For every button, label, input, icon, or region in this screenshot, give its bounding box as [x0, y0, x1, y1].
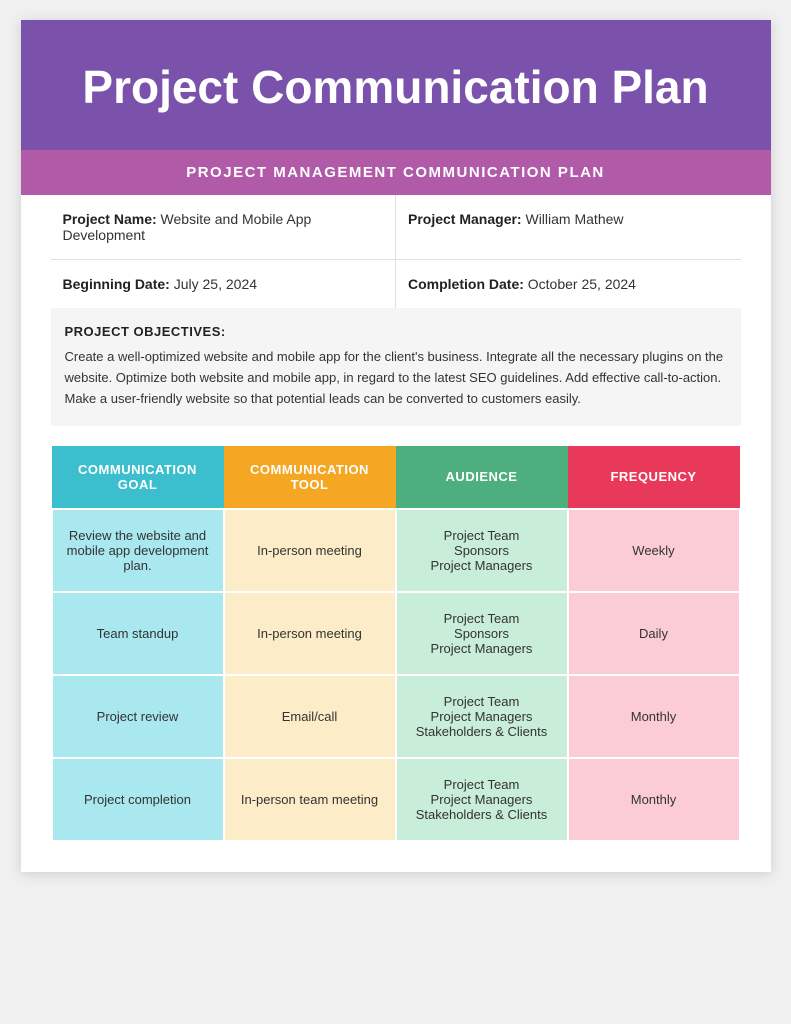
row-0-frequency: Weekly: [568, 509, 740, 592]
row-2-frequency: Monthly: [568, 675, 740, 758]
row-3-tool: In-person team meeting: [224, 758, 396, 841]
project-name-cell: Project Name: Website and Mobile App Dev…: [51, 195, 397, 259]
table-header-row: COMMUNICATION GOAL COMMUNICATION TOOL AU…: [52, 446, 740, 509]
th-goal: COMMUNICATION GOAL: [52, 446, 224, 509]
completion-date-cell: Completion Date: October 25, 2024: [396, 260, 741, 308]
sub-banner-title: PROJECT MANAGEMENT COMMUNICATION PLAN: [51, 164, 741, 181]
row-3-goal: Project completion: [52, 758, 224, 841]
project-manager-label: Project Manager:: [408, 211, 522, 227]
th-frequency: FREQUENCY: [568, 446, 740, 509]
info-row-1: Project Name: Website and Mobile App Dev…: [51, 195, 741, 260]
project-name-label: Project Name:: [63, 211, 157, 227]
objectives-text: Create a well-optimized website and mobi…: [65, 347, 727, 409]
sub-banner: PROJECT MANAGEMENT COMMUNICATION PLAN: [21, 150, 771, 195]
row-1-tool: In-person meeting: [224, 592, 396, 675]
table-row: Review the website and mobile app develo…: [52, 509, 740, 592]
begin-date-value: July 25, 2024: [174, 276, 257, 292]
row-2-goal: Project review: [52, 675, 224, 758]
project-manager-cell: Project Manager: William Mathew: [396, 195, 741, 259]
info-row-2: Beginning Date: July 25, 2024 Completion…: [51, 260, 741, 308]
completion-date-label: Completion Date:: [408, 276, 524, 292]
table-row: Project reviewEmail/callProject TeamProj…: [52, 675, 740, 758]
row-1-frequency: Daily: [568, 592, 740, 675]
completion-date-value: October 25, 2024: [528, 276, 636, 292]
objectives-heading: PROJECT OBJECTIVES:: [65, 324, 727, 339]
project-manager-value: William Mathew: [525, 211, 623, 227]
row-1-goal: Team standup: [52, 592, 224, 675]
row-0-goal: Review the website and mobile app develo…: [52, 509, 224, 592]
row-3-frequency: Monthly: [568, 758, 740, 841]
table-row: Project completionIn-person team meeting…: [52, 758, 740, 841]
th-tool: COMMUNICATION TOOL: [224, 446, 396, 509]
row-1-audience: Project TeamSponsorsProject Managers: [396, 592, 568, 675]
row-3-audience: Project TeamProject ManagersStakeholders…: [396, 758, 568, 841]
header-banner: Project Communication Plan: [21, 20, 771, 150]
objectives-section: PROJECT OBJECTIVES: Create a well-optimi…: [51, 308, 741, 425]
table-row: Team standupIn-person meetingProject Tea…: [52, 592, 740, 675]
row-2-audience: Project TeamProject ManagersStakeholders…: [396, 675, 568, 758]
row-2-tool: Email/call: [224, 675, 396, 758]
communication-table: COMMUNICATION GOAL COMMUNICATION TOOL AU…: [51, 446, 741, 842]
table-section: COMMUNICATION GOAL COMMUNICATION TOOL AU…: [51, 446, 741, 842]
page-title: Project Communication Plan: [51, 60, 741, 115]
row-0-audience: Project TeamSponsorsProject Managers: [396, 509, 568, 592]
info-section: Project Name: Website and Mobile App Dev…: [21, 195, 771, 308]
page-container: Project Communication Plan PROJECT MANAG…: [21, 20, 771, 872]
th-audience: AUDIENCE: [396, 446, 568, 509]
begin-date-label: Beginning Date:: [63, 276, 170, 292]
row-0-tool: In-person meeting: [224, 509, 396, 592]
begin-date-cell: Beginning Date: July 25, 2024: [51, 260, 397, 308]
